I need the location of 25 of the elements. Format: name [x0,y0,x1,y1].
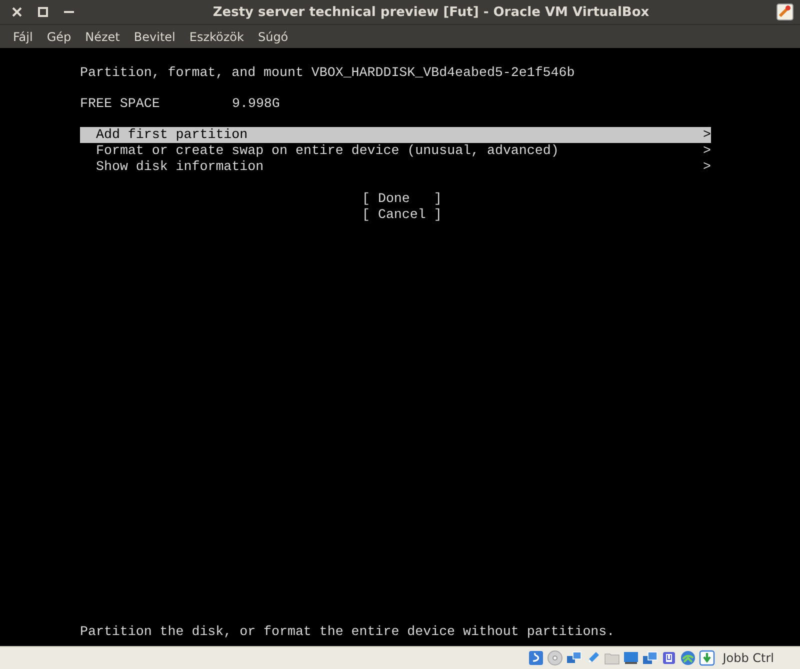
host-key-label: Jobb Ctrl [722,651,774,665]
menu-item[interactable]: Gép [40,30,78,44]
globe-icon[interactable] [680,650,696,666]
app-icon [776,3,794,21]
menu-item[interactable]: Fájl [6,30,40,44]
optical-disc-icon[interactable] [546,650,563,666]
console-button[interactable]: [ Done ] [362,191,442,207]
menu-option[interactable]: Format or create swap on entire device (unusual, advanced) > [80,143,711,159]
windows-icon[interactable] [642,650,658,666]
window-title: Zesty server technical preview [Fut] - Oracle VM VirtualBox [212,4,650,20]
maximize-icon[interactable] [38,7,48,17]
menu-item[interactable]: Súgó [250,30,296,44]
console-heading: Partition, format, and mount VBOX_HARDDISK_VBd4eabed5-2e1f546b [80,65,576,81]
menu-option[interactable]: Show disk information > [80,159,711,175]
display-icon[interactable] [622,650,639,666]
menu-item[interactable]: Bevitel [126,30,182,44]
menu-item[interactable]: Nézet [78,30,127,44]
download-icon[interactable] [698,650,715,666]
free-space-label: FREE SPACE [80,96,161,112]
menu-option[interactable]: Add first partition > [80,127,711,143]
close-icon[interactable] [12,7,22,17]
console-button[interactable]: [ Cancel ] [362,207,442,223]
menu-item[interactable]: Eszközök [182,30,251,44]
free-space-value: 9.998G [232,96,280,112]
help-text: Partition the disk, or format the entire device without partitions. [80,624,616,640]
